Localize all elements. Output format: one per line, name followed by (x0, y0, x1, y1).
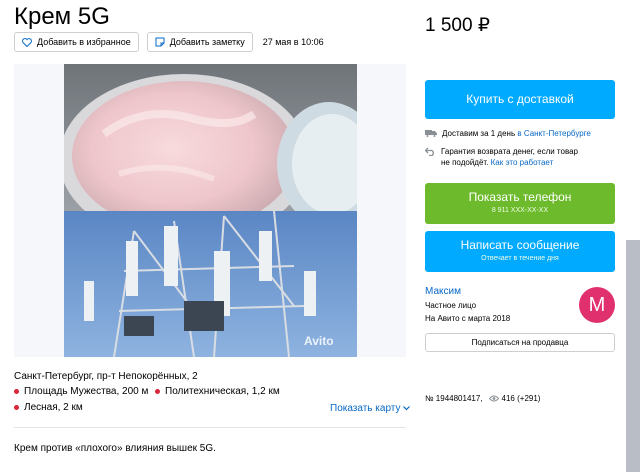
ad-meta: № 1944801417, 416 (+291) (425, 394, 540, 403)
guarantee-info: Гарантия возврата денег, если товар не п… (425, 146, 578, 168)
ad-number: № 1944801417, (425, 394, 483, 403)
eye-icon (488, 395, 499, 402)
add-to-favorites-button[interactable]: Добавить в избранное (14, 32, 139, 52)
buy-label: Купить с доставкой (466, 92, 574, 106)
metro-station: Площадь Мужества, 200 м (14, 386, 148, 397)
view-count: 416 (+291) (501, 394, 541, 403)
truck-icon (425, 130, 437, 137)
show-map-link[interactable]: Показать карту (330, 403, 411, 414)
seller-avatar[interactable]: M (579, 287, 615, 323)
guarantee-text-1: Гарантия возврата денег, если товар (441, 147, 579, 156)
chevron-down-icon (403, 406, 411, 411)
buy-with-delivery-button[interactable]: Купить с доставкой (425, 80, 615, 119)
metro-station: Политехническая, 1,2 км (155, 386, 280, 397)
metro-line-dot (14, 389, 19, 394)
favorite-label: Добавить в избранное (37, 37, 131, 47)
show-phone-label: Показать телефон (468, 190, 572, 204)
show-phone-button[interactable]: Показать телефон 8 911 XXX-XX-XX (425, 183, 615, 224)
address: Санкт-Петербург, пр-т Непокорённых, 2 (14, 371, 198, 382)
listing-description: Крем против «плохого» влияния вышек 5G. (14, 443, 216, 454)
guarantee-text-2: не подойдёт. (441, 158, 489, 167)
seller-name-link[interactable]: Максим (425, 286, 461, 297)
avito-watermark: Avito (304, 334, 334, 348)
metro-station: Лесная, 2 км (14, 402, 83, 413)
listing-page: Крем 5G Добавить в избранное Добавить за… (0, 0, 640, 472)
listing-title: Крем 5G (14, 3, 110, 30)
metro-station-label: Политехническая, 1,2 км (165, 386, 280, 397)
phone-masked: 8 911 XXX-XX-XX (491, 207, 549, 214)
note-icon (155, 37, 165, 47)
metro-line-dot (14, 405, 19, 410)
write-message-label: Написать сообщение (460, 238, 580, 252)
show-map-label: Показать карту (330, 403, 401, 414)
delivery-text: Доставим за 1 день (442, 129, 516, 138)
subscribe-seller-button[interactable]: Подписаться на продавца (425, 333, 615, 352)
photo-gallery[interactable]: Avito (14, 64, 406, 357)
price: 1 500 ₽ (425, 15, 490, 36)
return-arrow-icon (425, 147, 434, 156)
write-message-button[interactable]: Написать сообщение Отвечает в течение дн… (425, 231, 615, 272)
seller-since: На Авито с марта 2018 (425, 314, 511, 323)
metro-line-dot (155, 389, 160, 394)
metro-station-label: Площадь Мужества, 200 м (24, 386, 149, 397)
how-it-works-link[interactable]: Как это работает (491, 158, 554, 167)
note-label: Добавить заметку (169, 37, 245, 47)
adjacent-window-edge (626, 240, 640, 472)
delivery-city-link[interactable]: в Санкт-Петербурге (517, 129, 591, 138)
cream-jar-photo (64, 64, 357, 211)
section-divider (14, 427, 406, 428)
metro-station-label: Лесная, 2 км (24, 402, 83, 413)
heart-icon (22, 37, 32, 47)
delivery-info: Доставим за 1 день в Санкт-Петербурге (425, 128, 591, 139)
listing-actions: Добавить в избранное Добавить заметку 27… (14, 32, 324, 52)
add-note-button[interactable]: Добавить заметку (146, 32, 253, 52)
seller-type: Частное лицо (425, 301, 477, 310)
listing-date: 27 мая в 10:06 (262, 37, 324, 47)
response-time: Отвечает в течение дня (481, 255, 559, 262)
